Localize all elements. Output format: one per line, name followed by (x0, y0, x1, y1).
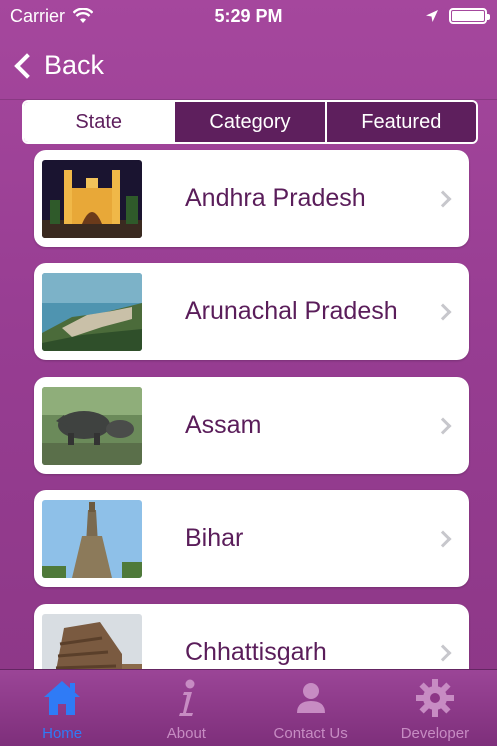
chevron-right-icon (434, 530, 452, 547)
status-left: Carrier (10, 5, 94, 27)
chevron-right-icon (434, 303, 452, 320)
tab-home-label: Home (42, 725, 83, 742)
segment-state[interactable]: State (24, 102, 174, 142)
info-icon (179, 679, 195, 716)
segment-category[interactable]: Category (173, 102, 325, 142)
charminar-night-photo (42, 159, 142, 238)
navigation-bar: Back (0, 32, 497, 100)
tab-contact-us[interactable]: Contact Us (249, 670, 373, 746)
chevron-right-icon (434, 644, 452, 661)
tab-home[interactable]: Home (0, 670, 124, 746)
back-chevron-icon (14, 52, 40, 79)
status-right (425, 8, 490, 24)
carrier-label: Carrier (10, 5, 66, 26)
gear-icon (415, 679, 454, 717)
chevron-right-icon (434, 417, 452, 434)
list-item-arunachal-pradesh[interactable]: Arunachal Pradesh (34, 263, 469, 360)
mahabodhi-temple-photo (42, 499, 142, 578)
tab-bar: Home About Contact Us Developer (0, 669, 497, 746)
hillside-lake-photo (42, 272, 142, 351)
battery-fill (452, 11, 484, 21)
list-item-label: Andhra Pradesh (185, 184, 366, 212)
person-icon (296, 683, 325, 713)
wifi-icon (73, 8, 94, 23)
list-item-label: Chhattisgarh (185, 638, 327, 666)
status-bar: Carrier 5:29 PM (0, 0, 497, 32)
location-arrow-icon (426, 10, 438, 22)
list-item-chhattisgarh[interactable]: Chhattisgarh (34, 604, 469, 669)
tab-about-label: About (166, 725, 206, 742)
back-button-label: Back (44, 50, 105, 80)
list-item-assam[interactable]: Assam (34, 377, 469, 474)
battery-icon (449, 8, 490, 24)
list-item-label: Bihar (185, 524, 244, 552)
chevron-right-icon (434, 190, 452, 207)
rhinoceros-photo (42, 386, 142, 465)
list-item-label: Arunachal Pradesh (185, 297, 398, 325)
list-item-bihar[interactable]: Bihar (34, 490, 469, 587)
list-item-label: Assam (185, 411, 262, 439)
tab-about[interactable]: About (124, 670, 248, 746)
home-icon (44, 681, 81, 715)
state-list: Andhra Pradesh Arunachal Pradesh Assam B… (0, 148, 497, 669)
tab-contact-us-label: Contact Us (273, 725, 348, 742)
segmented-control: State Category Featured (22, 100, 478, 144)
stone-temple-photo (42, 613, 142, 669)
back-button[interactable]: Back (12, 50, 104, 81)
list-item-andhra-pradesh[interactable]: Andhra Pradesh (34, 150, 469, 247)
tab-developer[interactable]: Developer (373, 670, 497, 746)
segment-featured[interactable]: Featured (324, 102, 476, 142)
tab-developer-label: Developer (400, 725, 470, 742)
